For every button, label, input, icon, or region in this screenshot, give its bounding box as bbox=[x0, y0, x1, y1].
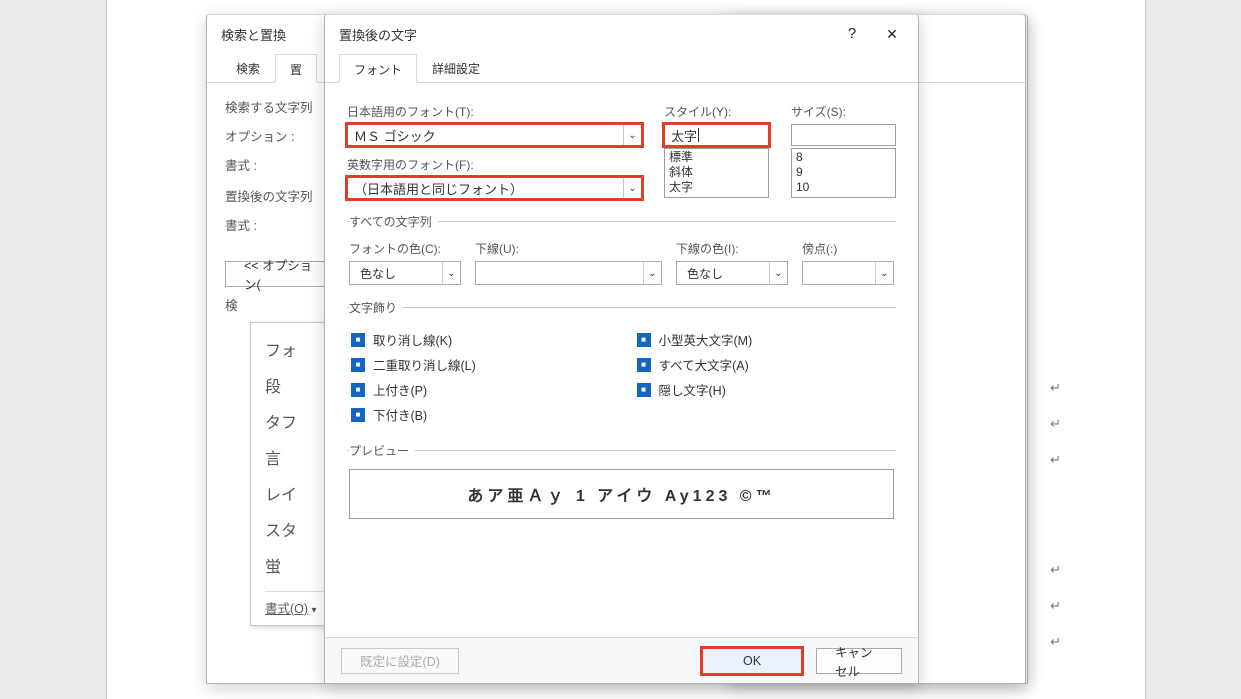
style-label: スタイル(Y): bbox=[664, 103, 769, 120]
paragraph-mark: ↵ bbox=[1050, 598, 1061, 614]
jp-font-value: ＭＳ ゴシック bbox=[354, 126, 436, 145]
font-dialog-footer: 既定に設定(D) OK キャンセル bbox=[325, 637, 918, 683]
jp-font-label: 日本語用のフォント(T): bbox=[347, 103, 642, 120]
preview-group: プレビュー あア亜Ａｙ 1 アイウ Ay123 ©™ bbox=[347, 442, 896, 519]
style-input[interactable]: 太字 bbox=[664, 124, 769, 146]
size-listbox[interactable]: 8 9 10 bbox=[791, 148, 896, 198]
ok-button[interactable]: OK bbox=[702, 648, 802, 674]
paragraph-mark: ↵ bbox=[1050, 380, 1061, 396]
size-label: サイズ(S): bbox=[791, 103, 896, 120]
underline-dropdown[interactable]: ⌄ bbox=[475, 261, 662, 285]
size-input[interactable] bbox=[791, 124, 896, 146]
set-default-button[interactable]: 既定に設定(D) bbox=[341, 648, 459, 674]
ul-color-label: 下線の色(I): bbox=[676, 240, 788, 257]
chevron-down-icon: ⌄ bbox=[623, 125, 641, 145]
font-color-label: フォントの色(C): bbox=[349, 240, 461, 257]
menu-item[interactable]: レイ bbox=[265, 475, 325, 511]
checkbox-icon bbox=[351, 358, 365, 372]
replace-with-label: 置換後の文字列 bbox=[225, 186, 335, 205]
chevron-down-icon: ⌄ bbox=[442, 262, 460, 284]
style-option[interactable]: 太字 bbox=[669, 180, 764, 195]
check-subscript[interactable]: 下付き(B) bbox=[351, 405, 607, 424]
preview-legend: プレビュー bbox=[349, 442, 415, 459]
menu-item[interactable]: フォ bbox=[265, 331, 325, 367]
checkbox-icon bbox=[637, 358, 651, 372]
menu-item[interactable]: タフ bbox=[265, 403, 325, 439]
all-text-group: すべての文字列 フォントの色(C): 色なし ⌄ 下線(U): ⌄ bbox=[347, 213, 896, 285]
cancel-button[interactable]: キャンセル bbox=[816, 648, 902, 674]
menu-footer-button[interactable]: 書式(O) ▾ bbox=[265, 591, 325, 617]
latin-font-value: （日本語用と同じフォント） bbox=[354, 179, 523, 198]
emphasis-label: 傍点(:) bbox=[802, 240, 894, 257]
style-value: 太字 bbox=[671, 126, 697, 145]
menu-item[interactable]: 言 bbox=[265, 439, 325, 475]
options-toggle-button[interactable]: << オプション( bbox=[225, 261, 333, 287]
chevron-down-icon: ⌄ bbox=[643, 262, 661, 284]
help-icon[interactable]: ? bbox=[832, 20, 872, 48]
chevron-down-icon: ⌄ bbox=[769, 262, 787, 284]
effects-legend: 文字飾り bbox=[349, 299, 403, 316]
paragraph-mark: ↵ bbox=[1050, 562, 1061, 578]
ul-color-dropdown[interactable]: 色なし ⌄ bbox=[676, 261, 788, 285]
check-smallcaps[interactable]: 小型英大文字(M) bbox=[637, 330, 893, 349]
checkbox-icon bbox=[637, 383, 651, 397]
preview-text: あア亜Ａｙ 1 アイウ Ay123 ©™ bbox=[467, 482, 775, 506]
font-color-value: 色なし bbox=[360, 265, 396, 282]
menu-item[interactable]: スタ bbox=[265, 511, 325, 547]
tab-search[interactable]: 検索 bbox=[221, 53, 275, 82]
ul-color-value: 色なし bbox=[687, 265, 723, 282]
check-dbl-strike[interactable]: 二重取り消し線(L) bbox=[351, 355, 607, 374]
options-label: オプション : bbox=[225, 126, 335, 145]
checkbox-icon bbox=[351, 333, 365, 347]
check-superscript[interactable]: 上付き(P) bbox=[351, 380, 607, 399]
font-dialog-titlebar: 置換後の文字 ? ✕ bbox=[325, 15, 918, 53]
checkbox-icon bbox=[351, 408, 365, 422]
font-dialog-body: 日本語用のフォント(T): ＭＳ ゴシック ⌄ 英数字用のフォント(F): （日… bbox=[325, 83, 918, 529]
format2-label: 書式 : bbox=[225, 215, 335, 234]
style-option[interactable]: 標準 bbox=[669, 150, 764, 165]
paragraph-mark: ↵ bbox=[1050, 634, 1061, 650]
paragraph-mark: ↵ bbox=[1050, 452, 1061, 468]
chevron-down-icon: ⌄ bbox=[623, 178, 641, 198]
checkbox-icon bbox=[351, 383, 365, 397]
font-color-dropdown[interactable]: 色なし ⌄ bbox=[349, 261, 461, 285]
all-text-legend: すべての文字列 bbox=[349, 213, 438, 230]
size-option[interactable]: 8 bbox=[796, 150, 891, 165]
underline-label: 下線(U): bbox=[475, 240, 662, 257]
menu-item[interactable]: 段 bbox=[265, 367, 325, 403]
find-what-label: 検索する文字列 bbox=[225, 97, 335, 116]
jp-font-combo[interactable]: ＭＳ ゴシック ⌄ bbox=[347, 124, 642, 146]
tab-replace[interactable]: 置 bbox=[275, 54, 317, 83]
close-icon[interactable]: ✕ bbox=[872, 20, 912, 48]
latin-font-combo[interactable]: （日本語用と同じフォント） ⌄ bbox=[347, 177, 642, 199]
dialog-title: 置換後の文字 bbox=[339, 25, 832, 44]
menu-item[interactable]: 蛍 bbox=[265, 547, 325, 583]
latin-font-label: 英数字用のフォント(F): bbox=[347, 156, 642, 173]
check-hidden[interactable]: 隠し文字(H) bbox=[637, 380, 893, 399]
replace-font-dialog: 置換後の文字 ? ✕ フォント 詳細設定 日本語用のフォント(T): ＭＳ ゴシ… bbox=[324, 14, 919, 684]
style-option[interactable]: 斜体 bbox=[669, 165, 764, 180]
style-listbox[interactable]: 標準 斜体 太字 bbox=[664, 148, 769, 198]
tab-font[interactable]: フォント bbox=[339, 54, 417, 83]
check-strike[interactable]: 取り消し線(K) bbox=[351, 330, 607, 349]
size-option[interactable]: 9 bbox=[796, 165, 891, 180]
checkbox-icon bbox=[637, 333, 651, 347]
preview-box: あア亜Ａｙ 1 アイウ Ay123 ©™ bbox=[349, 469, 894, 519]
tab-advanced[interactable]: 詳細設定 bbox=[417, 53, 495, 82]
effects-group: 文字飾り 取り消し線(K) 小型英大文字(M) 二重取り消し線(L) すべて大文… bbox=[347, 299, 896, 428]
format-popout-menu[interactable]: フォ 段 タフ 言 レイ スタ 蛍 書式(O) ▾ bbox=[250, 322, 330, 626]
check-allcaps[interactable]: すべて大文字(A) bbox=[637, 355, 893, 374]
emphasis-dropdown[interactable]: ⌄ bbox=[802, 261, 894, 285]
font-dialog-tabs: フォント 詳細設定 bbox=[325, 53, 918, 83]
size-option[interactable]: 10 bbox=[796, 180, 891, 195]
chevron-down-icon: ⌄ bbox=[875, 262, 893, 284]
format-label: 書式 : bbox=[225, 155, 335, 174]
paragraph-mark: ↵ bbox=[1050, 416, 1061, 432]
